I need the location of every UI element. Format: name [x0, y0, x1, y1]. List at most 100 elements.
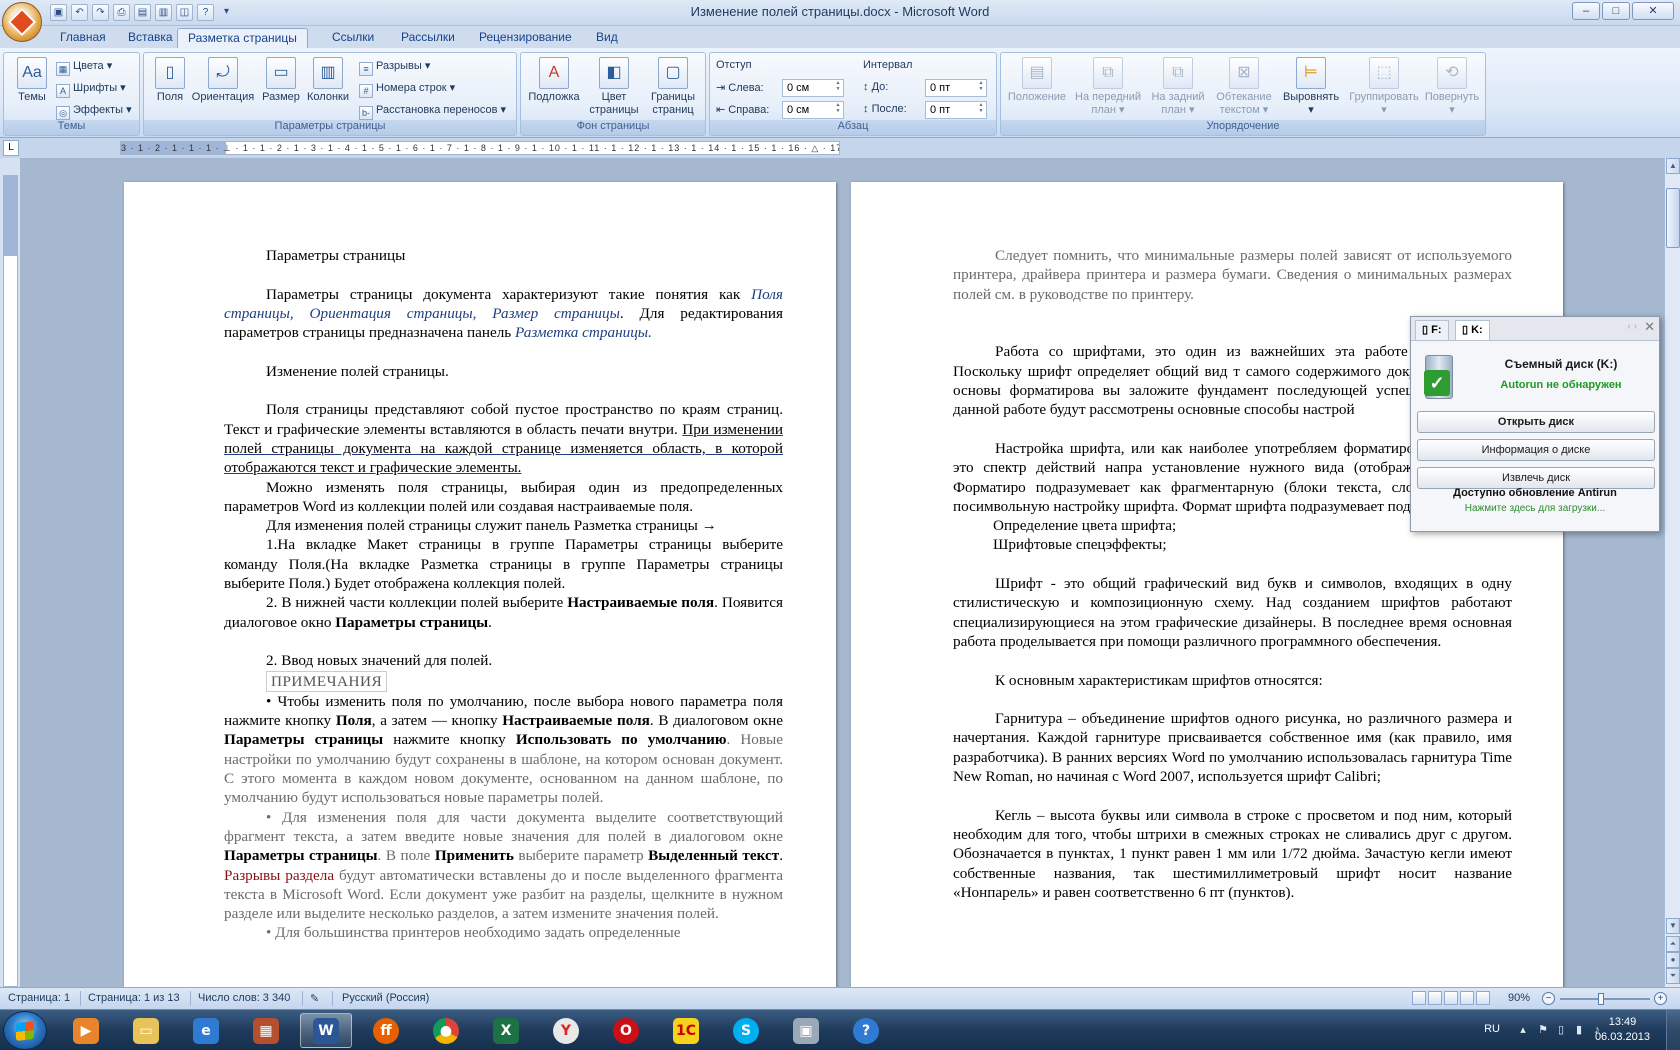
taskbar-opera[interactable]: O: [600, 1013, 652, 1048]
tab-references[interactable]: Ссылки: [322, 28, 384, 48]
rotate-button[interactable]: ⟲ Повернуть ▾: [1421, 57, 1483, 117]
zoom-in-icon[interactable]: +: [1654, 992, 1667, 1005]
maximize-button[interactable]: □: [1602, 2, 1630, 20]
taskbar-generic-app[interactable]: ▣: [780, 1013, 832, 1048]
position-button[interactable]: ▤ Положение: [1005, 57, 1069, 104]
browse-object-icon[interactable]: ●: [1666, 952, 1680, 968]
vertical-scrollbar[interactable]: ▲ ▼ ⏶ ● ⏷: [1664, 158, 1680, 987]
zoom-slider[interactable]: [1560, 998, 1650, 1000]
next-page-icon[interactable]: ⏷: [1666, 968, 1680, 984]
clock[interactable]: 13:49 06.03.2013: [1595, 1015, 1650, 1045]
tab-mailings[interactable]: Рассылки: [391, 28, 465, 48]
taskbar-word[interactable]: W: [300, 1013, 352, 1048]
tab-home[interactable]: Главная: [50, 28, 116, 48]
taskbar-explorer[interactable]: ▭: [120, 1013, 172, 1048]
colors-button[interactable]: ▦ Цвета ▾: [56, 57, 112, 76]
line-numbers-button[interactable]: # Номера строк ▾: [359, 79, 455, 98]
group-button[interactable]: ⬚ Группировать ▾: [1345, 57, 1423, 117]
status-word-count[interactable]: Число слов: 3 340: [198, 992, 290, 1004]
tab-view[interactable]: Вид: [586, 28, 628, 48]
page-2[interactable]: Следует помнить, что минимальные размеры…: [851, 182, 1563, 987]
breaks-button[interactable]: ≡ Разрывы ▾: [359, 57, 430, 76]
zoom-out-icon[interactable]: −: [1542, 992, 1555, 1005]
watermark-button[interactable]: A Подложка: [523, 57, 585, 104]
vertical-ruler[interactable]: [3, 175, 18, 987]
send-backward-label-1: На задний: [1151, 91, 1205, 103]
status-page[interactable]: Страница: 1: [8, 992, 70, 1004]
disk-info-button[interactable]: Информация о диске: [1417, 439, 1655, 461]
fonts-button[interactable]: A Шрифты ▾: [56, 79, 126, 98]
view-print-layout-icon[interactable]: [1412, 991, 1426, 1005]
taskbar-archiver[interactable]: ▦: [240, 1013, 292, 1048]
scroll-up-icon[interactable]: ▲: [1666, 158, 1680, 174]
position-label: Положение: [1007, 91, 1067, 103]
start-button[interactable]: [3, 1011, 47, 1050]
send-backward-label-2: план: [1161, 104, 1186, 116]
status-language[interactable]: Русский (Россия): [342, 992, 429, 1004]
zoom-level[interactable]: 90%: [1508, 992, 1530, 1004]
close-button[interactable]: ✕: [1632, 2, 1674, 20]
view-web-layout-icon[interactable]: [1444, 991, 1458, 1005]
spellcheck-icon[interactable]: ✎: [310, 992, 319, 1005]
tab-review[interactable]: Рецензирование: [469, 28, 582, 48]
bring-forward-button[interactable]: ⧉ На передний план ▾: [1073, 57, 1143, 117]
popup-nav-arrows-icon[interactable]: ‹ ›: [1628, 321, 1637, 332]
taskbar-chrome[interactable]: ●: [420, 1013, 472, 1048]
previous-page-icon[interactable]: ⏶: [1666, 936, 1680, 952]
size-button[interactable]: ▭ Размер: [255, 57, 307, 104]
text-run: . В диалоговом окне: [649, 712, 784, 730]
minimize-button[interactable]: –: [1572, 2, 1600, 20]
text-run-bold: Параметры страницы: [224, 731, 384, 749]
hyphenation-button[interactable]: b- Расстановка переносов ▾: [359, 101, 506, 120]
scroll-thumb[interactable]: [1666, 188, 1680, 248]
spacing-after-input[interactable]: 0 пт: [925, 101, 987, 119]
input-language[interactable]: RU: [1484, 1023, 1500, 1035]
tab-selector-icon[interactable]: L: [3, 140, 19, 156]
drive-tab-f[interactable]: ▯ F:: [1415, 320, 1449, 340]
zoom-slider-knob[interactable]: [1598, 993, 1604, 1005]
show-desktop-button[interactable]: [1666, 1010, 1680, 1050]
tab-page-layout[interactable]: Разметка страницы: [177, 28, 308, 48]
page-1[interactable]: Параметры страницы Параметры страницы до…: [124, 182, 836, 987]
orientation-button[interactable]: ⤾ Ориентация: [188, 57, 258, 104]
align-button[interactable]: ⊨ Выровнять ▾: [1279, 57, 1343, 117]
text-wrap-button[interactable]: ⊠ Обтекание текстом ▾: [1211, 57, 1277, 117]
open-disk-button[interactable]: Открыть диск: [1417, 411, 1655, 433]
text-run-bold: Настраиваемые поля: [567, 594, 715, 612]
spacing-before-input[interactable]: 0 пт: [925, 79, 987, 97]
taskbar-excel[interactable]: X: [480, 1013, 532, 1048]
usb-tray-icon[interactable]: ▯: [1554, 1023, 1568, 1037]
drive-tab-k[interactable]: ▯ K:: [1455, 320, 1490, 340]
taskbar-1c[interactable]: 1С: [660, 1013, 712, 1048]
document-area[interactable]: Параметры страницы Параметры страницы до…: [20, 158, 1664, 987]
eject-disk-button[interactable]: Извлечь диск: [1417, 467, 1655, 489]
update-download-link[interactable]: Нажмите здесь для загрузки...: [1411, 503, 1659, 514]
scroll-down-icon[interactable]: ▼: [1666, 918, 1680, 934]
office-button[interactable]: [2, 2, 42, 42]
status-page-count[interactable]: Страница: 1 из 13: [88, 992, 180, 1004]
tab-insert[interactable]: Вставка: [118, 28, 183, 48]
view-draft-icon[interactable]: [1476, 991, 1490, 1005]
action-center-icon[interactable]: ⚑: [1536, 1023, 1550, 1037]
network-icon[interactable]: ▮: [1572, 1023, 1586, 1037]
taskbar-yandex-browser[interactable]: Y: [540, 1013, 592, 1048]
send-backward-button[interactable]: ⧉ На задний план ▾: [1147, 57, 1209, 117]
popup-close-icon[interactable]: ✕: [1644, 319, 1655, 335]
indent-right-input[interactable]: 0 см: [782, 101, 844, 119]
taskbar-help[interactable]: ?: [840, 1013, 892, 1048]
taskbar-media-player[interactable]: ▶: [60, 1013, 112, 1048]
taskbar-skype[interactable]: S: [720, 1013, 772, 1048]
page-color-button[interactable]: ◧ Цвет страницы: [585, 57, 643, 117]
columns-button[interactable]: ▥ Колонки: [302, 57, 354, 104]
themes-button[interactable]: Aa Темы: [6, 57, 58, 104]
effects-button[interactable]: ◎ Эффекты ▾: [56, 101, 132, 120]
watermark-label: Подложка: [528, 91, 580, 103]
indent-left-input[interactable]: 0 см: [782, 79, 844, 97]
view-full-screen-icon[interactable]: [1428, 991, 1442, 1005]
tray-expand-icon[interactable]: ▴: [1516, 1023, 1530, 1037]
page-borders-button[interactable]: ▢ Границы страниц: [643, 57, 703, 117]
horizontal-ruler[interactable]: 3 · 1 · 2 · 1 · 1 · 1 · ⊥ · 1 · 1 · 2 · …: [120, 141, 840, 155]
taskbar-firefox[interactable]: ff: [360, 1013, 412, 1048]
taskbar-internet-explorer[interactable]: e: [180, 1013, 232, 1048]
view-outline-icon[interactable]: [1460, 991, 1474, 1005]
